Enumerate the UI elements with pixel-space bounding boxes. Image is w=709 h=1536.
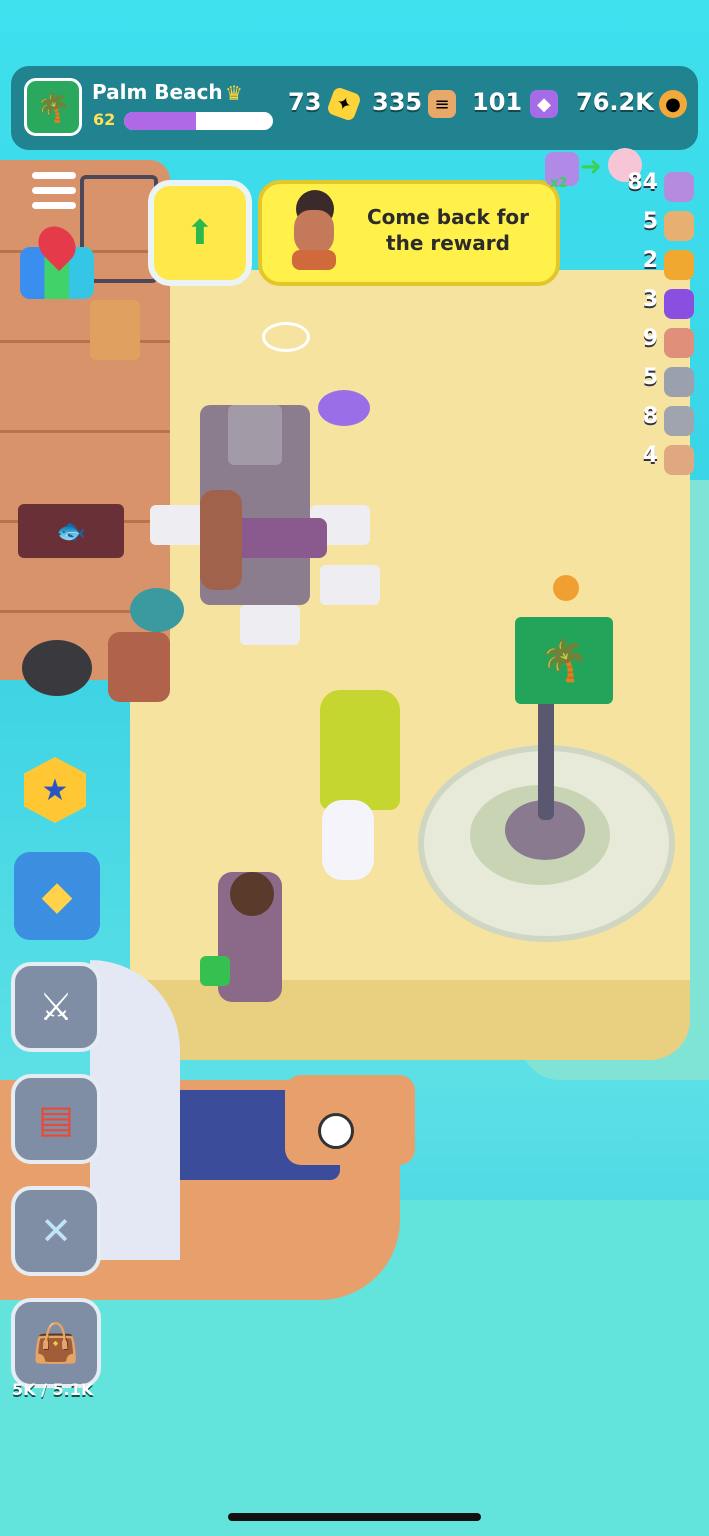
treasure-map-icon[interactable]	[664, 211, 694, 241]
scrolls-count: 335	[372, 88, 423, 116]
coin-icon[interactable]: ●	[659, 90, 687, 118]
island-flag[interactable]: 🌴	[515, 617, 613, 704]
boat-sail	[90, 960, 180, 1260]
inventory-count: 4	[642, 443, 658, 468]
coins-count: 76.2K	[576, 88, 654, 116]
sword-wheat-icon: ⚔	[38, 985, 74, 1029]
inventory-count: 9	[642, 326, 658, 351]
backpack-icon: 👜	[32, 1320, 80, 1365]
gems-count: 101	[472, 88, 523, 116]
crossed-swords-icon: ✕	[40, 1209, 72, 1253]
inventory-count: 5	[642, 209, 658, 234]
tire	[22, 640, 92, 696]
palm-tree-icon: 🌴	[539, 638, 589, 684]
barrel	[108, 632, 170, 702]
player-head	[230, 872, 274, 916]
quest-banner-text: Come back for the reward	[350, 204, 546, 256]
tickets-count: 73	[288, 88, 322, 116]
world-map-button[interactable]	[20, 218, 94, 299]
shop-button[interactable]: ▤	[11, 1074, 101, 1164]
upgrade-arrow-icon: ⬆	[185, 213, 215, 253]
stone-tile	[240, 605, 300, 645]
island-name: Palm Beach	[92, 80, 223, 104]
gear-icon[interactable]	[664, 250, 694, 280]
blacksmith-npc[interactable]	[200, 490, 242, 590]
spring-icon[interactable]	[664, 367, 694, 397]
marker-ring	[262, 322, 310, 352]
player-level: 62	[93, 110, 116, 129]
scroll-icon[interactable]: ≡	[428, 90, 456, 118]
bag-capacity: 5K / 5.1K	[12, 1380, 94, 1399]
xp-progress-bar	[124, 112, 273, 130]
green-bucket	[200, 956, 230, 986]
flag-pole	[538, 690, 554, 820]
inventory-count: 8	[642, 404, 658, 429]
octopus-icon[interactable]	[664, 172, 694, 202]
rope-icon[interactable]	[664, 328, 694, 358]
inventory-count: 5	[642, 365, 658, 390]
flag-pole-knob	[553, 575, 579, 601]
fish-sign: 🐟	[18, 504, 124, 558]
menu-button[interactable]	[32, 172, 76, 212]
lightning-icon[interactable]	[664, 289, 694, 319]
boost-multiplier: x2	[550, 176, 568, 191]
backpack-button[interactable]: 👜	[11, 1298, 101, 1388]
menu-icon-line	[32, 202, 76, 209]
unicorn	[322, 800, 374, 880]
plant	[130, 588, 184, 632]
gem-icon[interactable]: ◆	[530, 90, 558, 118]
star-icon: ★	[41, 772, 69, 808]
figurehead-eye	[318, 1113, 354, 1149]
xp-progress-fill	[124, 112, 196, 130]
stone-tile	[320, 565, 380, 605]
inventory-count: 84	[627, 170, 658, 195]
diamond-icon: ◆	[41, 873, 73, 919]
fishing-event-button[interactable]: ◆	[14, 852, 100, 940]
market-stall-icon: ▤	[38, 1097, 74, 1141]
npc-face	[294, 210, 334, 254]
npc-shirt	[292, 250, 336, 270]
upgrade-button[interactable]: ⬆	[148, 180, 252, 286]
wooden-crate	[90, 300, 140, 360]
island-badge[interactable]: 🌴	[24, 78, 82, 136]
knight-on-unicorn[interactable]	[320, 690, 400, 810]
beach-edge	[130, 980, 690, 1060]
menu-icon	[32, 172, 76, 179]
inventory-count: 3	[642, 287, 658, 312]
battle-button[interactable]: ✕	[11, 1186, 101, 1276]
crown-icon: ♛	[225, 81, 243, 105]
quest-text-line-2: the reward	[386, 231, 510, 255]
pearl-clam[interactable]	[318, 390, 370, 426]
inventory-count: 2	[642, 248, 658, 273]
craft-button[interactable]: ⚔	[11, 962, 101, 1052]
iron-bar-icon[interactable]	[664, 406, 694, 436]
home-indicator	[228, 1513, 481, 1521]
leather-icon[interactable]	[664, 445, 694, 475]
menu-icon-line	[32, 187, 76, 194]
quest-text-line-1: Come back for	[366, 205, 530, 229]
npc-portrait	[286, 190, 342, 270]
green-arrow-icon: ➜	[580, 152, 602, 182]
forge-chimney	[228, 405, 282, 465]
palm-tree-icon: 🌴	[35, 90, 71, 124]
